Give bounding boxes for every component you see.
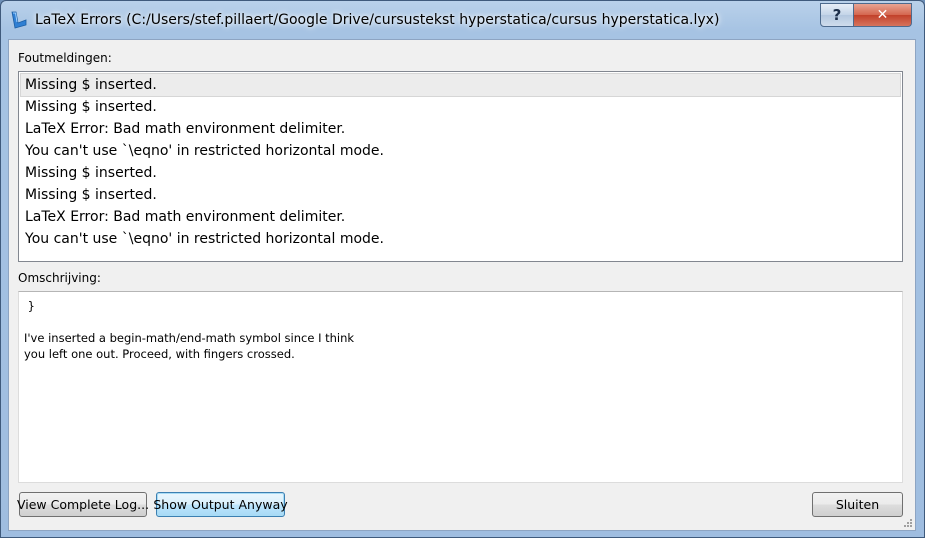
title-buttons: ? ✕ xyxy=(820,3,912,27)
error-list[interactable]: Missing $ inserted. Missing $ inserted. … xyxy=(18,71,903,262)
errors-label: Foutmeldingen: xyxy=(18,51,112,65)
close-window-button[interactable]: ✕ xyxy=(854,3,912,27)
help-button[interactable]: ? xyxy=(820,3,854,27)
dialog-body: Foutmeldingen: Missing $ inserted. Missi… xyxy=(8,39,916,531)
list-item[interactable]: Missing $ inserted. xyxy=(20,73,901,97)
title-bar[interactable]: LaTeX Errors (C:/Users/stef.pillaert/Goo… xyxy=(1,1,924,39)
list-item[interactable]: LaTeX Error: Bad math environment delimi… xyxy=(21,206,900,228)
view-complete-log-button[interactable]: View Complete Log... xyxy=(17,492,149,517)
list-item[interactable]: Missing $ inserted. xyxy=(21,184,900,206)
window-title: LaTeX Errors (C:/Users/stef.pillaert/Goo… xyxy=(35,12,720,28)
resize-grip-icon[interactable] xyxy=(903,518,913,528)
description-line: } xyxy=(24,299,35,313)
description-line xyxy=(24,314,897,330)
close-icon: ✕ xyxy=(876,7,889,23)
description-label: Omschrijving: xyxy=(18,271,101,285)
help-icon: ? xyxy=(832,6,842,24)
list-item[interactable]: Missing $ inserted. xyxy=(21,162,900,184)
lyx-app-icon xyxy=(11,11,27,29)
list-item[interactable]: You can't use `\eqno' in restricted hori… xyxy=(21,140,900,162)
description-line: I've inserted a begin-math/end-math symb… xyxy=(24,331,355,345)
description-text-area[interactable]: } I've inserted a begin-math/end-math sy… xyxy=(18,291,903,483)
show-output-anyway-button[interactable]: Show Output Anyway xyxy=(153,492,288,517)
close-button[interactable]: Sluiten xyxy=(812,492,903,517)
latex-errors-window: LaTeX Errors (C:/Users/stef.pillaert/Goo… xyxy=(0,0,925,538)
description-line: you left one out. Proceed, with fingers … xyxy=(24,347,295,361)
list-item[interactable]: Missing $ inserted. xyxy=(21,96,900,118)
list-item[interactable]: LaTeX Error: Bad math environment delimi… xyxy=(21,118,900,140)
list-item[interactable]: You can't use `\eqno' in restricted hori… xyxy=(21,228,900,250)
